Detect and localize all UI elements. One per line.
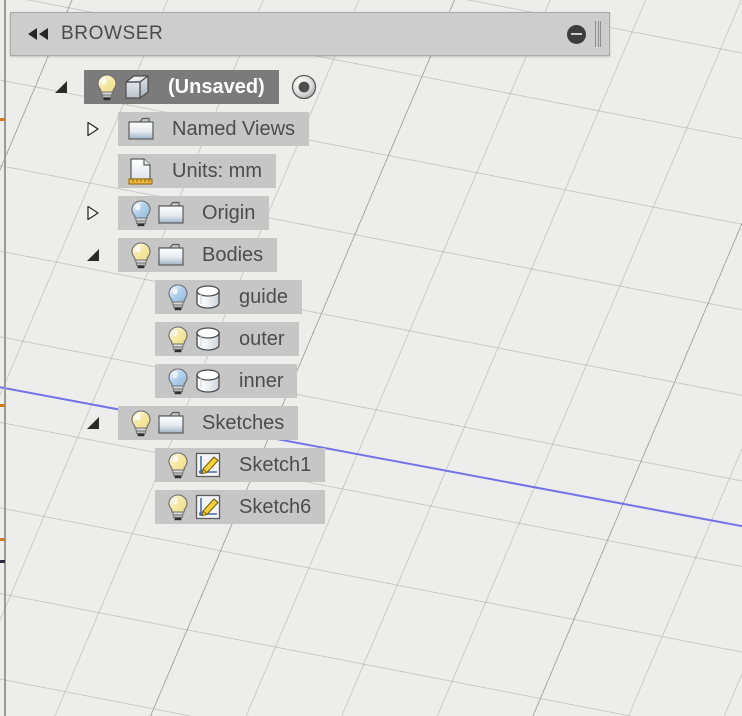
tree-row-band[interactable]: Origin: [118, 196, 270, 230]
tree-row-band[interactable]: outer: [155, 322, 299, 356]
tree-row-band[interactable]: (Unsaved): [84, 70, 279, 104]
twisty-collapsed-icon[interactable]: [82, 118, 104, 140]
active-radio-icon[interactable]: [287, 70, 321, 104]
tree-row-label: Bodies: [202, 243, 264, 266]
minimize-circle-icon[interactable]: [567, 24, 586, 44]
tree-row-label: Named Views: [172, 117, 296, 140]
tree-row-band[interactable]: Bodies: [118, 238, 278, 272]
tree-row-band[interactable]: Named Views: [118, 112, 310, 146]
panel-title: BROWSER: [61, 23, 164, 44]
browser-panel-header[interactable]: BROWSER: [11, 13, 609, 55]
twisty-expanded-icon[interactable]: [82, 412, 104, 434]
tree-row-label: outer: [239, 327, 285, 350]
folder-icon: [156, 198, 186, 228]
tree-row-band[interactable]: guide: [155, 280, 302, 314]
tree-row-band[interactable]: Sketch6: [155, 490, 326, 524]
panel-header-controls: [567, 13, 601, 55]
edge-marker: [0, 538, 5, 541]
tree-row[interactable]: Bodies: [0, 234, 742, 276]
document-ruler-icon: [126, 156, 156, 186]
tree-row-label: Sketches: [202, 411, 285, 434]
body-cylinder-icon: [193, 366, 223, 396]
twisty-collapsed-icon[interactable]: [82, 202, 104, 224]
edge-marker: [0, 560, 5, 563]
tree-row[interactable]: Origin: [0, 192, 742, 234]
tree-row-band[interactable]: Sketches: [118, 406, 299, 440]
fusion-browser-screen: BROWSER (Unsaved) Named Views Units: mm Ori…: [0, 0, 742, 716]
tree-row[interactable]: Units: mm: [0, 150, 742, 192]
sketch-pencil-icon: [193, 450, 223, 480]
tree-row[interactable]: Sketch6: [0, 486, 742, 528]
tree-row-band[interactable]: inner: [155, 364, 298, 398]
tree-row-label: Sketch1: [239, 453, 312, 476]
visibility-bulb-on-icon[interactable]: [92, 72, 122, 102]
tree-row[interactable]: inner: [0, 360, 742, 402]
body-cylinder-icon: [193, 282, 223, 312]
tree-row[interactable]: Named Views: [0, 108, 742, 150]
visibility-bulb-on-icon[interactable]: [163, 450, 193, 480]
tree-row-band[interactable]: Units: mm: [118, 154, 276, 188]
tree-row-label: inner: [239, 369, 284, 392]
tree-row-label: (Unsaved): [168, 75, 265, 98]
browser-tree: (Unsaved) Named Views Units: mm Origin Bodie…: [0, 66, 742, 528]
tree-row-label: Units: mm: [172, 159, 262, 182]
sketch-pencil-icon: [193, 492, 223, 522]
folder-icon: [156, 240, 186, 270]
resize-grip-icon[interactable]: [595, 21, 601, 47]
tree-row-label: Origin: [202, 201, 256, 224]
visibility-bulb-off-icon[interactable]: [163, 282, 193, 312]
browser-panel: BROWSER: [10, 12, 610, 56]
visibility-bulb-on-icon[interactable]: [163, 492, 193, 522]
visibility-bulb-off-icon[interactable]: [163, 366, 193, 396]
twisty-expanded-icon[interactable]: [82, 244, 104, 266]
tree-row[interactable]: (Unsaved): [0, 66, 742, 108]
twisty-expanded-icon[interactable]: [50, 76, 72, 98]
tree-row[interactable]: outer: [0, 318, 742, 360]
visibility-bulb-on-icon[interactable]: [126, 240, 156, 270]
body-cylinder-icon: [193, 324, 223, 354]
tree-row[interactable]: Sketch1: [0, 444, 742, 486]
folder-icon: [156, 408, 186, 438]
folder-icon: [126, 114, 156, 144]
visibility-bulb-on-icon[interactable]: [126, 408, 156, 438]
double-left-arrow-icon[interactable]: [25, 23, 51, 45]
tree-row-label: Sketch6: [239, 495, 312, 518]
component-cube-icon: [122, 72, 152, 102]
tree-row[interactable]: Sketches: [0, 402, 742, 444]
visibility-bulb-off-icon[interactable]: [126, 198, 156, 228]
visibility-bulb-on-icon[interactable]: [163, 324, 193, 354]
tree-row-label: guide: [239, 285, 288, 308]
tree-row-band[interactable]: Sketch1: [155, 448, 326, 482]
tree-row[interactable]: guide: [0, 276, 742, 318]
